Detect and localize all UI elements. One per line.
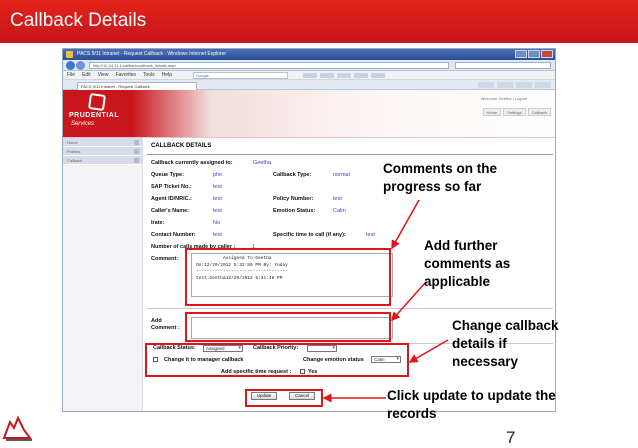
callout-change-line2: details if: [452, 336, 507, 351]
callout-comments-line2: progress so far: [383, 179, 482, 194]
callout-arrows: [322, 199, 449, 403]
callout-change: Change callback details if necessary: [452, 317, 559, 371]
callout-comments: Comments on the progress so far: [383, 160, 497, 196]
callout-further: Add further comments as applicable: [424, 237, 510, 291]
prudential-rock-logo-icon: [2, 415, 32, 441]
callout-update-line1: Click update to update the: [387, 388, 556, 403]
callout-update: Click update to update the records: [387, 387, 556, 423]
arrow-comments: [391, 199, 420, 250]
callout-change-line1: Change callback: [452, 318, 559, 333]
callout-update-line2: records: [387, 406, 437, 421]
callout-further-line2: comments as: [424, 256, 511, 271]
callout-further-line1: Add further: [424, 238, 498, 253]
callout-further-line3: applicable: [424, 274, 491, 289]
arrow-change: [408, 339, 449, 363]
callout-change-line3: necessary: [452, 354, 519, 369]
page-number: 7: [506, 428, 516, 447]
arrow-further: [391, 282, 426, 322]
callout-comments-line1: Comments on the: [383, 161, 498, 176]
